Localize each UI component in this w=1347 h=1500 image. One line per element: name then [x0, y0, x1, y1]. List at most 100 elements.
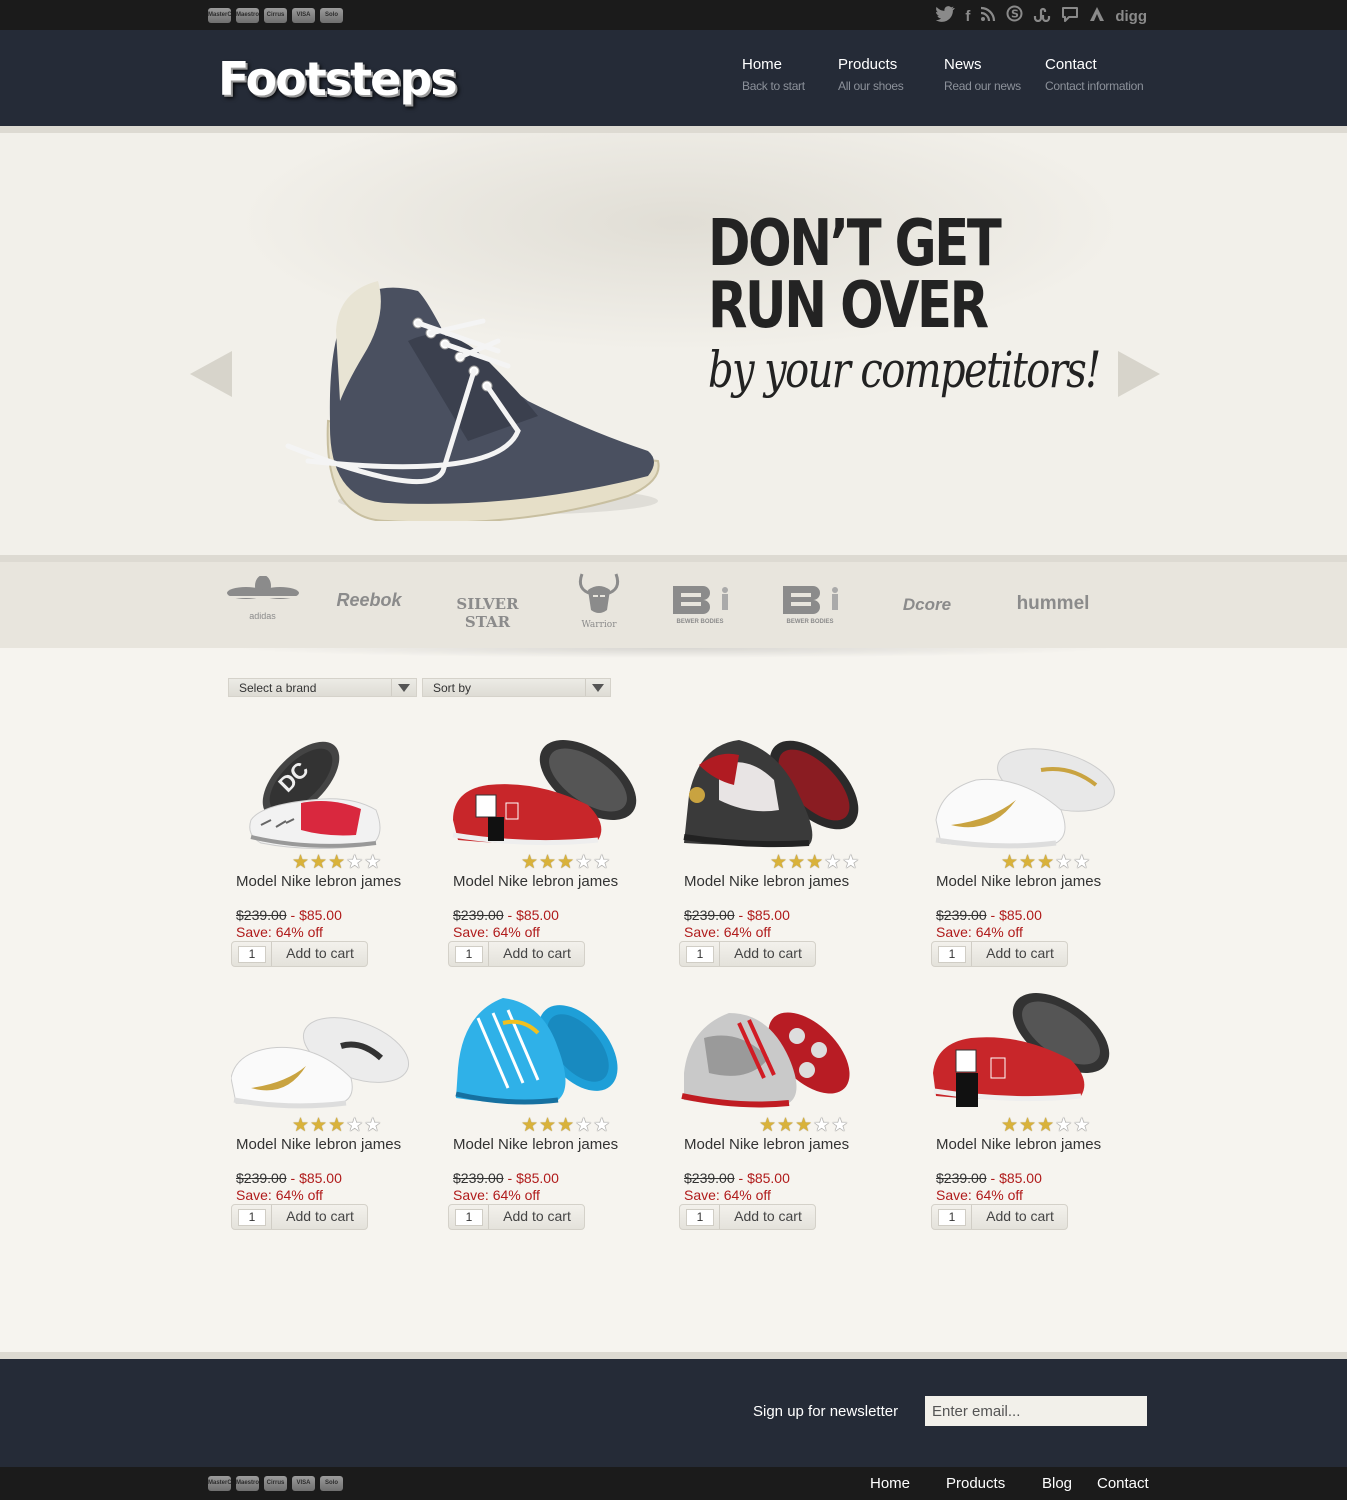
skype-icon[interactable]: S	[1006, 5, 1023, 28]
discount-label: Save: 64% off	[936, 1187, 1023, 1203]
brand-logo-hummel[interactable]: hummel	[1008, 593, 1098, 615]
slider-next-arrow-icon[interactable]	[1118, 351, 1160, 397]
add-to-cart-button[interactable]: Add to cart	[271, 942, 368, 966]
footer-nav-blog[interactable]: Blog	[1042, 1475, 1072, 1492]
discount-label: Save: 64% off	[936, 924, 1023, 940]
add-to-cart-button[interactable]: Add to cart	[488, 1205, 585, 1229]
add-to-cart-group: 1 Add to cart	[931, 1204, 1068, 1230]
product-name[interactable]: Model Nike lebron james	[236, 1136, 401, 1153]
rss-icon[interactable]	[980, 6, 996, 28]
brand-logo-adidas[interactable]: adidas	[225, 575, 300, 621]
nav-item-title: Home	[742, 56, 783, 73]
star-filled-icon: ★	[1001, 1115, 1019, 1136]
brand-logo-reebok[interactable]: Reebok	[330, 590, 408, 611]
nav-item-products[interactable]: Products All our shoes	[838, 56, 904, 93]
chat-icon[interactable]	[1061, 6, 1079, 28]
stumbleupon-icon[interactable]	[1033, 6, 1051, 28]
price-separator: -	[286, 907, 300, 923]
brands-shadow	[230, 648, 1120, 658]
add-to-cart-button[interactable]: Add to cart	[719, 942, 816, 966]
star-filled-icon: ★	[795, 1115, 813, 1136]
discount-label: Save: 64% off	[236, 924, 323, 940]
add-to-cart-group: 1 Add to cart	[231, 941, 368, 967]
quantity-input[interactable]: 1	[686, 1209, 714, 1226]
product-name[interactable]: Model Nike lebron james	[236, 873, 401, 890]
newsletter-email-input[interactable]	[925, 1396, 1147, 1426]
product-name[interactable]: Model Nike lebron james	[936, 873, 1101, 890]
rating-stars: ★ ★ ★ ★ ★	[770, 853, 859, 872]
old-price: $239.00	[684, 1170, 735, 1186]
site-logo[interactable]: Footsteps	[218, 52, 458, 106]
digg-icon[interactable]: digg	[1115, 7, 1147, 27]
star-filled-icon: ★	[759, 1115, 777, 1136]
star-empty-icon: ★	[1055, 852, 1073, 873]
add-to-cart-button[interactable]: Add to cart	[971, 1205, 1068, 1229]
product-image[interactable]	[679, 725, 869, 850]
payment-icons: MasterCard Maestro Cirrus VISA Solo	[208, 8, 343, 23]
old-price: $239.00	[684, 907, 735, 923]
product-name[interactable]: Model Nike lebron james	[684, 873, 849, 890]
product-image[interactable]	[931, 725, 1121, 850]
product-image[interactable]	[679, 988, 869, 1113]
product-name[interactable]: Model Nike lebron james	[453, 1136, 618, 1153]
rating-stars: ★ ★ ★ ★ ★	[292, 1116, 381, 1135]
facebook-icon[interactable]: f	[965, 7, 970, 27]
new-price: $85.00	[516, 907, 559, 923]
product-name[interactable]: Model Nike lebron james	[453, 873, 618, 890]
brand-select[interactable]: Select a brand	[228, 678, 417, 697]
product-name[interactable]: Model Nike lebron james	[936, 1136, 1101, 1153]
twitter-icon[interactable]	[935, 5, 956, 28]
quantity-input[interactable]: 1	[686, 946, 714, 963]
product-name[interactable]: Model Nike lebron james	[684, 1136, 849, 1153]
product-image[interactable]	[231, 988, 421, 1113]
product-image[interactable]: DC	[231, 725, 421, 850]
star-filled-icon: ★	[310, 852, 328, 873]
star-filled-icon: ★	[1019, 852, 1037, 873]
nav-item-contact[interactable]: Contact Contact information	[1045, 56, 1144, 93]
add-to-cart-button[interactable]: Add to cart	[271, 1205, 368, 1229]
slider-prev-arrow-icon[interactable]	[190, 351, 232, 397]
nav-item-news[interactable]: News Read our news	[944, 56, 1021, 93]
star-empty-icon: ★	[831, 1115, 849, 1136]
footer-nav-contact[interactable]: Contact	[1097, 1475, 1149, 1492]
product-price: $239.00 - $85.00	[453, 907, 559, 923]
add-to-cart-button[interactable]: Add to cart	[719, 1205, 816, 1229]
star-filled-icon: ★	[1001, 852, 1019, 873]
adidas-trefoil-icon	[225, 575, 300, 603]
brand-logo-bewer-bodies-1[interactable]: BEWER BODIES	[664, 584, 736, 626]
quantity-input[interactable]: 1	[938, 946, 966, 963]
add-to-cart-group: 1 Add to cart	[231, 1204, 368, 1230]
hero-tagline: by your competitors!	[708, 341, 1101, 399]
quantity-input[interactable]: 1	[238, 1209, 266, 1226]
brand-logo-dcore[interactable]: Dcore	[882, 595, 972, 615]
nav-item-home[interactable]: Home Back to start	[742, 56, 805, 93]
quantity-input[interactable]: 1	[938, 1209, 966, 1226]
product-price: $239.00 - $85.00	[684, 907, 790, 923]
nav-item-subtitle: Read our news	[944, 79, 1021, 93]
add-to-cart-button[interactable]: Add to cart	[488, 942, 585, 966]
product-image[interactable]	[448, 988, 638, 1113]
brand-logos-strip: adidas Reebok SILVER STAR Warrior BEWER …	[0, 562, 1347, 648]
delicious-icon[interactable]	[1089, 6, 1105, 28]
sort-select[interactable]: Sort by	[422, 678, 611, 697]
bewer-bodies-icon	[673, 586, 728, 614]
brand-logo-silver-star[interactable]: SILVER STAR	[440, 595, 535, 631]
footer-nav-products[interactable]: Products	[946, 1475, 1005, 1492]
quantity-input[interactable]: 1	[455, 946, 483, 963]
quantity-input[interactable]: 1	[455, 1209, 483, 1226]
quantity-input[interactable]: 1	[238, 946, 266, 963]
add-to-cart-button[interactable]: Add to cart	[971, 942, 1068, 966]
rating-stars: ★ ★ ★ ★ ★	[759, 1116, 848, 1135]
brand-logo-warrior[interactable]: Warrior	[570, 572, 628, 630]
new-price: $85.00	[299, 1170, 342, 1186]
star-empty-icon: ★	[842, 852, 860, 873]
price-separator: -	[986, 907, 1000, 923]
star-filled-icon: ★	[770, 852, 788, 873]
brand-logo-bewer-bodies-2[interactable]: BEWER BODIES	[774, 584, 846, 626]
svg-text:S: S	[1011, 8, 1019, 21]
new-price: $85.00	[999, 1170, 1042, 1186]
rating-stars: ★ ★ ★ ★ ★	[292, 853, 381, 872]
product-image[interactable]	[931, 988, 1121, 1113]
product-image[interactable]	[448, 725, 638, 850]
footer-nav-home[interactable]: Home	[870, 1475, 910, 1492]
